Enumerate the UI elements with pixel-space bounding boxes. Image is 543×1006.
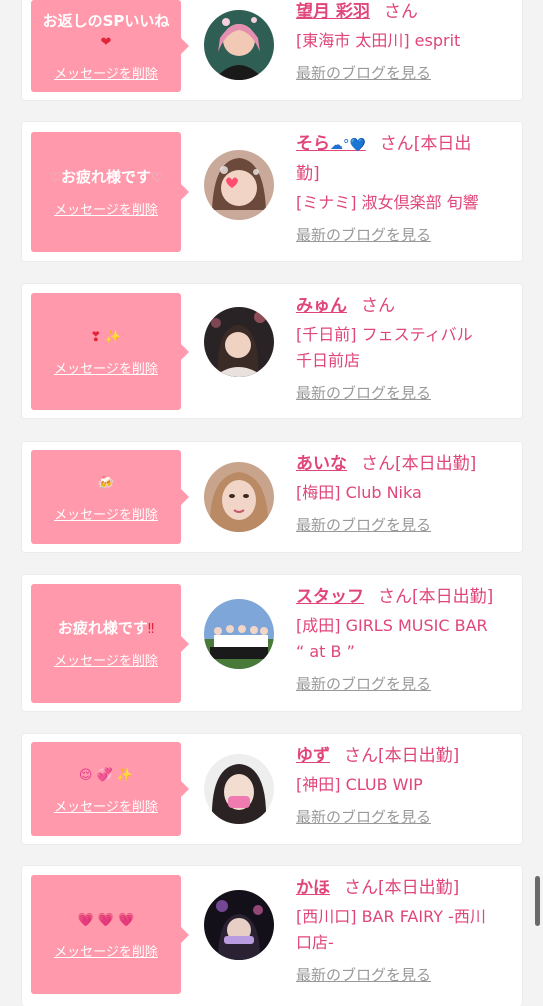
list-item: 🍻 メッセージを削除 あいな さん[本日出勤] [梅田] Club Nika 最新… [22,442,522,552]
avatar-image [204,754,274,824]
honorific: さん [344,746,378,766]
avatar[interactable] [204,307,274,377]
avatar[interactable] [204,890,274,960]
shop-name: [梅田] Club Nika [296,483,422,502]
status-badge: [本日出勤] [378,746,460,766]
message-text: 🍻 [92,472,120,494]
honorific: さん [383,2,418,22]
latest-blog-link[interactable]: 最新のブログを見る [296,964,518,986]
status-badge: [本日出 [413,134,472,154]
message-text: 😌 💞 ✨ [73,764,139,786]
shop-name: [千日前] フェスティバル 千日前店 [296,325,473,370]
status-badge: [本日出勤] [412,587,494,607]
delete-message-link[interactable]: メッセージを削除 [54,358,158,377]
list-item: お疲れ様です‼ メッセージを削除 スタッフ さん[本日出勤] [成田] GIRLS… [22,575,522,711]
message-bubble: ♡お疲れ様です♡ メッセージを削除 [31,132,189,252]
avatar[interactable] [204,10,274,80]
delete-message-link[interactable]: メッセージを削除 [54,941,158,960]
shop-name: [西川口] BAR FAIRY -西川 口店- [296,907,486,952]
shop-name: [神田] CLUB WIP [296,775,423,794]
honorific: さん [361,454,395,474]
message-bubble: 😌 💞 ✨ メッセージを削除 [31,742,189,836]
latest-blog-link[interactable]: 最新のブログを見る [296,673,518,695]
avatar-image [204,599,274,669]
heart-outline-icon: ♡ [151,170,163,186]
heart-icon: ❤ [100,34,112,50]
list-item: ❣ ✨ メッセージを削除 みゅん さん [千日前] フェスティバル 千日前店 最新の… [22,284,522,418]
double-exclamation-icon: ‼ [147,622,155,637]
shop-name: [東海市 太田川] esprit [296,31,461,50]
message-text: 💗 💗 💗 [72,909,141,931]
heart-exclamation-sparkle-icon: ❣ ✨ [90,330,122,345]
delete-message-link[interactable]: メッセージを削除 [54,504,158,523]
cloud-heart-icon: ☁°💙 [330,138,366,153]
message-text: お返しのSPいいね ❤ [42,11,170,50]
avatar-image [204,10,274,80]
latest-blog-link[interactable]: 最新のブログを見る [296,806,518,828]
delete-message-link[interactable]: メッセージを削除 [54,63,158,82]
shop-name: [成田] GIRLS MUSIC BAR “ at B ” [296,616,488,661]
latest-blog-link[interactable]: 最新のブログを見る [296,382,518,404]
message-bubble: ❣ ✨ メッセージを削除 [31,293,189,410]
beer-icon: 🍻 [97,475,115,491]
shop-name: [ミナミ] 淑女倶楽部 旬響 [296,193,479,212]
cast-name-link[interactable]: そら☁°💙 [296,134,366,154]
list-item: お返しのSPいいね ❤ メッセージを削除 望月 彩羽 さん [東海市 太田川] e… [22,0,522,100]
cast-name-link[interactable]: あいな [296,454,347,474]
message-bubble: お返しのSPいいね ❤ メッセージを削除 [31,0,189,92]
delete-message-link[interactable]: メッセージを削除 [54,796,158,815]
status-badge: [本日出勤] [378,878,460,898]
delete-message-link[interactable]: メッセージを削除 [54,199,158,218]
status-badge-wrap: 勤] [296,164,320,184]
avatar-image [204,462,274,532]
avatar[interactable] [204,462,274,532]
heart-outline-icon: ♡ [49,170,61,186]
avatar[interactable] [204,599,274,669]
avatar-image [204,890,274,960]
message-text: ❣ ✨ [84,326,127,348]
avatar[interactable] [204,754,274,824]
honorific: さん [379,134,414,154]
avatar-image [204,150,274,220]
message-bubble: お疲れ様です‼ メッセージを削除 [31,584,189,703]
relieved-heart-sparkle-icon: 😌 💞 ✨ [78,767,134,783]
latest-blog-link[interactable]: 最新のブログを見る [296,224,518,246]
cast-name-link[interactable]: ゆず [296,746,330,766]
avatar[interactable] [204,150,274,220]
status-badge: [本日出勤] [395,454,477,474]
honorific: さん [344,878,378,898]
message-text: お疲れ様です‼ [57,619,155,637]
latest-blog-link[interactable]: 最新のブログを見る [296,62,518,84]
list-item: 💗 💗 💗 メッセージを削除 かほ さん[本日出勤] [西川口] BAR FAIR… [22,866,522,1006]
list-item: ♡お疲れ様です♡ メッセージを削除 そら☁°💙 さん[本日出 勤] [ミナミ] 淑… [22,122,522,261]
message-bubble: 💗 💗 💗 メッセージを削除 [31,875,189,994]
cast-name-link[interactable]: みゅん [296,296,347,316]
latest-blog-link[interactable]: 最新のブログを見る [296,514,518,536]
heart-icon: 💗 💗 💗 [77,913,135,928]
cast-name-link[interactable]: かほ [296,878,330,898]
cast-name-link[interactable]: 望月 彩羽 [296,2,370,22]
delete-message-link[interactable]: メッセージを削除 [54,650,158,669]
scrollbar[interactable] [535,876,540,926]
message-bubble: 🍻 メッセージを削除 [31,450,189,544]
honorific: さん [361,296,395,316]
avatar-image [204,307,274,377]
list-item: 😌 💞 ✨ メッセージを削除 ゆず さん[本日出勤] [神田] CLUB WIP … [22,734,522,844]
cast-name-link[interactable]: スタッフ [296,587,364,607]
message-text: ♡お疲れ様です♡ [49,167,163,186]
honorific: さん [378,587,412,607]
